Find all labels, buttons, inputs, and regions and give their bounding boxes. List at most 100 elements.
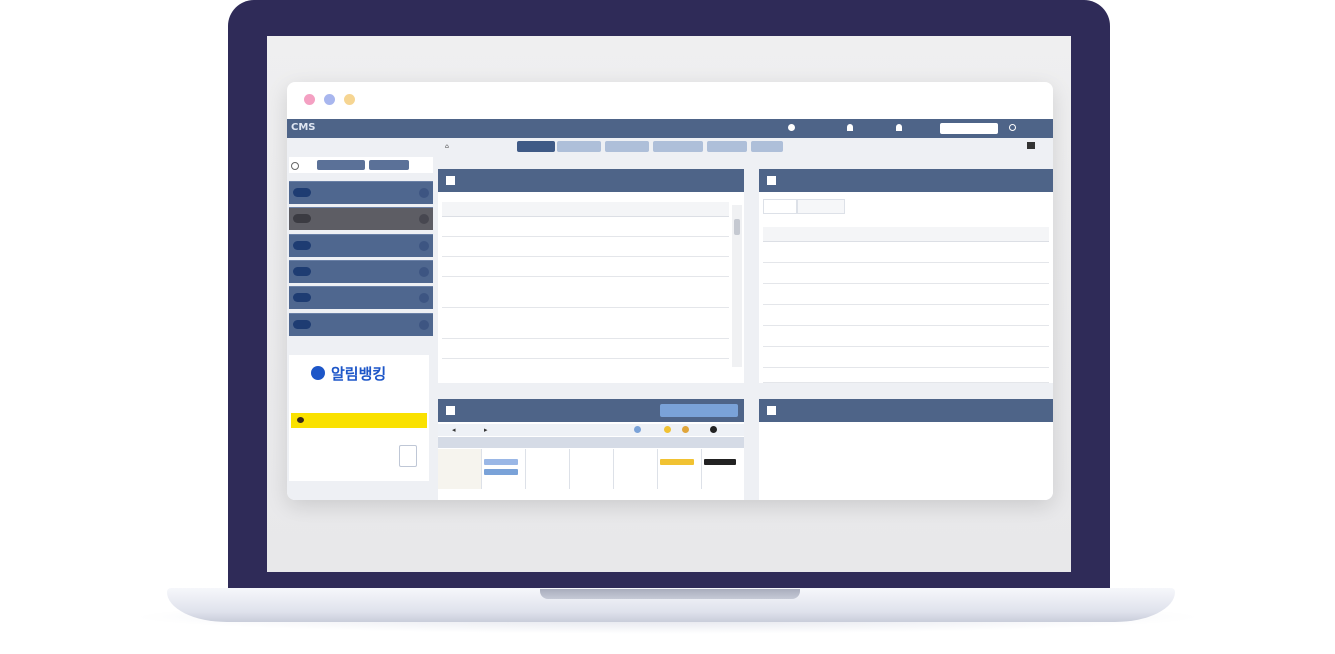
top-item-1[interactable] xyxy=(788,124,795,131)
table-row[interactable] xyxy=(442,308,729,339)
sidebar-top-button-1[interactable] xyxy=(317,160,365,170)
calendar-event[interactable] xyxy=(484,469,518,475)
table-row[interactable] xyxy=(763,368,1049,383)
sidebar-menu-6[interactable] xyxy=(289,313,433,336)
sidebar-menu-2[interactable] xyxy=(289,207,433,230)
next-month-icon[interactable]: ▸ xyxy=(484,426,488,434)
top-bar: CMS xyxy=(287,119,1053,138)
tab-5[interactable] xyxy=(707,141,747,152)
panel-checkbox-icon[interactable] xyxy=(446,176,455,185)
table-row[interactable] xyxy=(442,237,729,257)
legend-black-icon xyxy=(710,426,717,433)
laptop-notch xyxy=(540,589,800,599)
panel-checkbox-icon[interactable] xyxy=(446,406,455,415)
minus-icon[interactable] xyxy=(419,267,429,277)
browser-window: CMS ⌂ 알림뱅킹 ◂ ▸ xyxy=(287,82,1053,500)
calendar-nav: ◂ ▸ xyxy=(438,424,744,436)
prev-month-icon[interactable]: ◂ xyxy=(452,426,456,434)
schedule-add-button[interactable] xyxy=(660,404,738,417)
brand-logo-icon xyxy=(311,366,325,380)
circle-icon xyxy=(788,124,795,131)
top-item-3[interactable] xyxy=(896,124,902,131)
table-row[interactable] xyxy=(763,305,1049,326)
sidebar-menu-3[interactable] xyxy=(289,234,433,257)
tab-2[interactable] xyxy=(557,141,601,152)
member-table-header xyxy=(763,227,1049,242)
tab-active[interactable] xyxy=(517,141,555,152)
minus-icon[interactable] xyxy=(419,241,429,251)
tab-bar: ⌂ xyxy=(437,140,1053,153)
maximize-dot[interactable] xyxy=(344,94,355,105)
table-row[interactable] xyxy=(763,242,1049,263)
user-icon xyxy=(847,124,853,131)
calendar-day[interactable] xyxy=(658,449,702,489)
legend-yellow-icon xyxy=(664,426,671,433)
calendar-event[interactable] xyxy=(484,459,518,465)
kakao-button[interactable] xyxy=(291,413,427,428)
calendar-day[interactable] xyxy=(614,449,658,489)
news-panel xyxy=(759,399,1053,500)
calendar-event[interactable] xyxy=(660,459,694,465)
member-panel xyxy=(759,169,1053,383)
tab-3[interactable] xyxy=(605,141,649,152)
calendar-day[interactable] xyxy=(702,449,744,489)
notice-scrollbar[interactable] xyxy=(732,205,742,367)
sidebar-menu-5[interactable] xyxy=(289,286,433,309)
table-row[interactable] xyxy=(763,284,1049,305)
tab-4[interactable] xyxy=(653,141,703,152)
notice-panel xyxy=(438,169,744,383)
menu-badge xyxy=(293,293,311,302)
table-row[interactable] xyxy=(442,257,729,277)
sidebar-menu-4[interactable] xyxy=(289,260,433,283)
brand-name: 알림뱅킹 xyxy=(331,365,387,383)
calendar-day[interactable] xyxy=(526,449,570,489)
minus-icon[interactable] xyxy=(419,188,429,198)
calendar-weekday-header xyxy=(438,437,744,448)
calendar-day[interactable] xyxy=(570,449,614,489)
search-input[interactable] xyxy=(940,123,998,134)
calendar-day[interactable] xyxy=(482,449,526,489)
close-dot[interactable] xyxy=(304,94,315,105)
menu-badge xyxy=(293,241,311,250)
sidebar-top xyxy=(289,157,433,173)
promo-banner[interactable]: 알림뱅킹 xyxy=(289,355,429,481)
scroll-thumb[interactable] xyxy=(734,219,740,235)
top-item-2[interactable] xyxy=(847,124,853,131)
menu-badge xyxy=(293,267,311,276)
menu-badge xyxy=(293,188,311,197)
table-row[interactable] xyxy=(442,217,729,237)
schedule-panel-header xyxy=(438,399,744,422)
search-icon xyxy=(1009,124,1016,131)
minimize-dot[interactable] xyxy=(324,94,335,105)
document-icon xyxy=(399,445,417,467)
table-row[interactable] xyxy=(763,263,1049,284)
app-logo[interactable]: CMS xyxy=(291,122,316,133)
panel-checkbox-icon[interactable] xyxy=(767,176,776,185)
notice-table-header xyxy=(442,202,729,217)
cms-app: CMS ⌂ 알림뱅킹 ◂ ▸ xyxy=(287,119,1053,500)
table-row[interactable] xyxy=(763,326,1049,347)
table-row[interactable] xyxy=(442,339,729,359)
panel-checkbox-icon[interactable] xyxy=(767,406,776,415)
subtab-1[interactable] xyxy=(763,199,797,214)
minus-icon[interactable] xyxy=(419,320,429,330)
sidebar-top-button-2[interactable] xyxy=(369,160,409,170)
subtab-2[interactable] xyxy=(797,199,845,214)
radio-icon[interactable] xyxy=(291,162,299,170)
calendar-event[interactable] xyxy=(704,459,736,465)
tab-6[interactable] xyxy=(751,141,783,152)
legend-orange-icon xyxy=(682,426,689,433)
home-icon[interactable]: ⌂ xyxy=(445,143,449,150)
minus-icon[interactable] xyxy=(419,293,429,303)
sidebar-menu-1[interactable] xyxy=(289,181,433,204)
menu-badge xyxy=(293,320,311,329)
schedule-panel: ◂ ▸ xyxy=(438,399,744,500)
table-row[interactable] xyxy=(442,277,729,308)
minus-icon[interactable] xyxy=(419,214,429,224)
calendar-day[interactable] xyxy=(438,449,482,489)
search-button[interactable] xyxy=(1009,124,1016,131)
table-row[interactable] xyxy=(763,347,1049,368)
folder-icon[interactable] xyxy=(1027,142,1035,149)
member-panel-header xyxy=(759,169,1053,192)
person-icon xyxy=(896,124,902,131)
